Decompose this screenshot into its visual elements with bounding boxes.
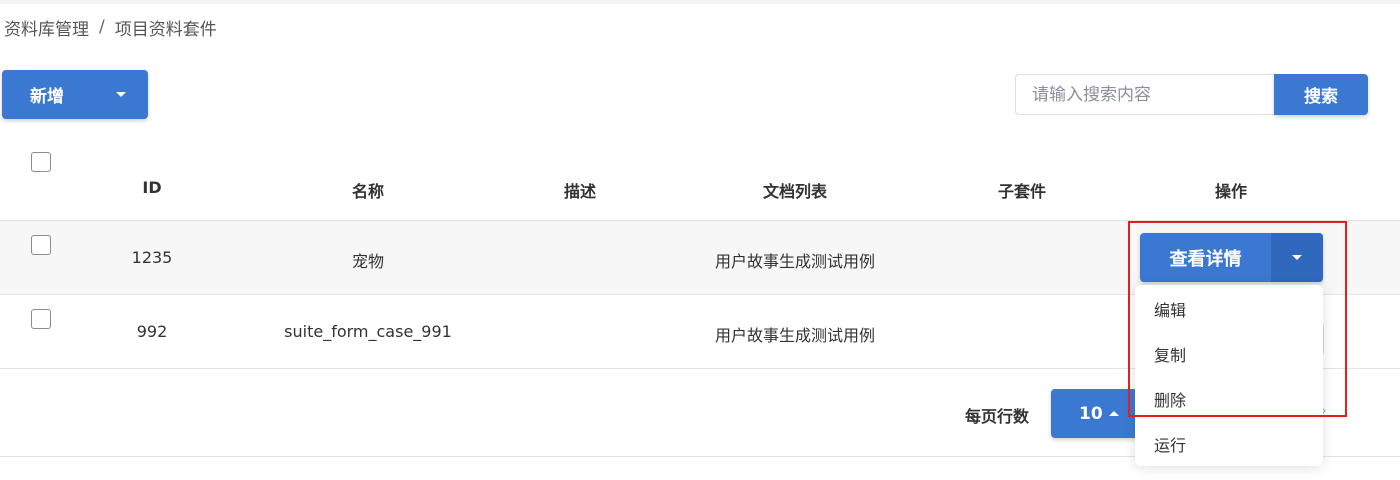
column-header-documents[interactable]: 文档列表 <box>763 178 827 202</box>
top-divider <box>0 0 1400 4</box>
row-checkbox[interactable] <box>31 309 51 329</box>
column-header-id[interactable]: ID <box>142 178 161 197</box>
row-name: 宠物 <box>351 252 385 271</box>
row-id: 1235 <box>131 248 173 267</box>
menu-item-run[interactable]: 运行 <box>1154 432 1186 456</box>
row-documents: 用户故事生成测试用例 <box>714 326 876 345</box>
highlight-box <box>1128 221 1347 417</box>
row-id: 992 <box>136 322 168 341</box>
column-header-description[interactable]: 描述 <box>564 178 596 202</box>
breadcrumb-item-library[interactable]: 资料库管理 <box>4 15 89 40</box>
column-header-actions: 操作 <box>1214 182 1248 201</box>
chevron-down-icon[interactable] <box>116 92 126 97</box>
row-name: suite_form_case_991 <box>284 322 452 341</box>
search-button[interactable]: 搜索 <box>1274 74 1368 115</box>
row-checkbox[interactable] <box>31 235 51 255</box>
rows-per-page-label: 每页行数 <box>965 407 1030 426</box>
chevron-up-icon <box>1108 411 1119 416</box>
breadcrumb-separator: / <box>99 17 105 37</box>
add-button-label: 新增 <box>30 87 64 107</box>
column-header-name[interactable]: 名称 <box>352 178 384 202</box>
add-button[interactable]: 新增 <box>2 70 148 119</box>
column-header-subsuites[interactable]: 子套件 <box>998 178 1046 202</box>
select-all-checkbox[interactable] <box>31 152 51 172</box>
breadcrumb-item-suite: 项目资料套件 <box>114 19 217 40</box>
row-documents: 用户故事生成测试用例 <box>714 252 876 271</box>
breadcrumb: 资料库管理 / 项目资料套件 <box>4 15 217 40</box>
page-size-value: 10 <box>1079 403 1103 424</box>
search-input[interactable] <box>1015 74 1277 115</box>
